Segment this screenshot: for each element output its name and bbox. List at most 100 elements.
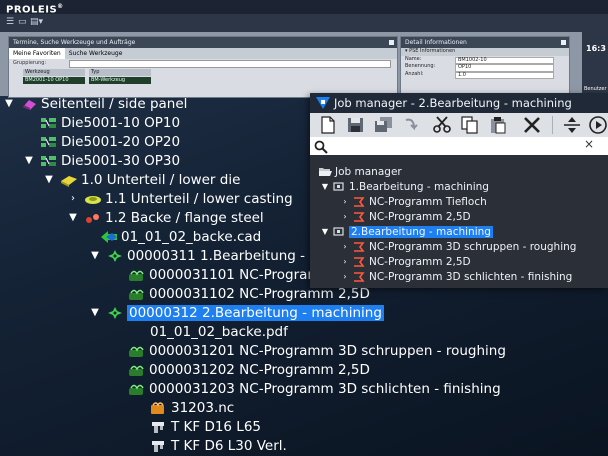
folder-open-icon	[318, 166, 332, 177]
detail-section[interactable]: ▾ PSE Informationen	[401, 48, 569, 56]
collapsed-chevron-icon[interactable]: ›	[340, 242, 350, 251]
results-grid: Werkzeug Typ BM2001-10 OP10 BM-Werkzeug	[9, 67, 397, 84]
detail-field-benennung: Benennung: OP10	[401, 63, 569, 72]
search-panel-tabs: Meine Favoriten Suche Werkzeuge	[9, 48, 397, 59]
job-manager-search: ×	[310, 137, 608, 156]
jm-nc-25d-1[interactable]: › NC-Programm 2,5D	[340, 209, 470, 224]
expand-chevron-icon[interactable]: ▼	[320, 182, 330, 191]
nc-operation-icon	[352, 256, 366, 267]
tree-item-die-op30[interactable]: ▼ Die5001-30 OP30	[22, 151, 180, 170]
nc-program-icon	[128, 382, 146, 396]
detail-panel-title: Detail Informationen	[401, 37, 569, 48]
die-operation-icon	[40, 154, 58, 168]
import-arrow-icon[interactable]	[402, 116, 422, 134]
assembly-icon	[20, 97, 38, 111]
tree-item-bearbeitung-2[interactable]: ▼ 00000312 2.Bearbeitung - machining	[88, 303, 384, 322]
steel-part-icon	[84, 211, 102, 225]
clock-text: 16:3	[586, 44, 606, 53]
panel-menu-icon[interactable]	[389, 40, 394, 45]
col-werkzeug[interactable]: Werkzeug	[23, 69, 85, 76]
nc-program-icon	[128, 268, 146, 282]
tree-item-nc-031202[interactable]: 0000031202 NC-Programm 2,5D	[128, 360, 370, 379]
collapsed-chevron-icon[interactable]: ›	[340, 212, 350, 221]
tree-item-lower-die[interactable]: ▼ 1.0 Unterteil / lower die	[42, 170, 240, 189]
search-panel-title: Termine, Suche Werkzeuge und Aufträge	[9, 37, 397, 48]
tree-item-nc-031101[interactable]: 0000031101 NC-Program	[128, 265, 321, 284]
search-input[interactable]	[332, 139, 582, 153]
die-operation-icon	[40, 135, 58, 149]
tree-item-tool-d6[interactable]: T KF D6 L30 Verl.	[150, 436, 287, 455]
collapsed-chevron-icon[interactable]: ›	[340, 197, 350, 206]
delete-icon[interactable]	[522, 116, 542, 134]
nc-operation-icon	[352, 241, 366, 252]
tree-item-backe-cad[interactable]: 01_01_02_backe.cad	[100, 227, 261, 246]
tree-item-flange-steel[interactable]: ▼ 1.2 Backe / flange steel	[66, 208, 264, 227]
job-manager-title: Job manager - 2.Bearbeitung - machining	[334, 96, 572, 110]
play-icon[interactable]	[588, 116, 608, 134]
search-panel: Termine, Suche Werkzeuge und Aufträge Me…	[8, 36, 398, 98]
tool-icon	[150, 439, 168, 453]
tree-item-bearbeitung-1[interactable]: ▼ 00000311 1.Bearbeitung -	[88, 246, 305, 265]
job-manager-titlebar[interactable]: Job manager - 2.Bearbeitung - machining	[310, 93, 608, 113]
document-icon[interactable]: ▤▾	[30, 17, 43, 27]
collapsed-chevron-icon[interactable]: ›	[66, 193, 80, 204]
save-all-icon[interactable]	[374, 116, 394, 134]
detail-panel: Detail Informationen ▾ PSE Informationen…	[400, 36, 570, 98]
tree-item-die-op20[interactable]: Die5001-20 OP20	[40, 132, 180, 151]
tab-favoriten[interactable]: Meine Favoriten	[9, 48, 65, 59]
window-icon[interactable]: ▭	[18, 17, 27, 27]
cut-icon[interactable]	[432, 116, 452, 134]
tree-item-side-panel[interactable]: ▼ Seitenteil / side panel	[2, 94, 187, 113]
tree-item-lower-casting[interactable]: › 1.1 Unterteil / lower casting	[66, 189, 293, 208]
move-up-down-icon[interactable]	[562, 116, 582, 134]
grid-cell-werkzeug[interactable]: BM2001-10 OP10	[23, 77, 85, 84]
nc-program-icon	[128, 363, 146, 377]
jm-nc-schlichten[interactable]: › NC-Programm 3D schlichten - finishing	[340, 269, 572, 284]
tree-item-nc-031201[interactable]: 0000031201 NC-Programm 3D schruppen - ro…	[128, 341, 506, 360]
app-header: PROLEIS®	[0, 0, 608, 15]
save-icon[interactable]	[346, 116, 366, 134]
detail-field-name: Name: BM1002-10	[401, 56, 569, 64]
job-setup-icon	[332, 226, 346, 237]
expand-chevron-icon[interactable]: ▼	[42, 174, 56, 185]
jm-bearbeitung-1[interactable]: ▼ 1.Bearbeitung - machining	[320, 179, 489, 194]
machining-job-icon	[106, 306, 124, 320]
grid-cell-typ[interactable]: BM-Werkzeug	[89, 77, 151, 84]
jm-nc-25d-2[interactable]: › NC-Programm 2,5D	[340, 254, 470, 269]
selected-label: 2.Bearbeitung - machining	[349, 225, 493, 238]
tree-item-die-op10[interactable]: Die5001-10 OP10	[40, 113, 180, 132]
expand-chevron-icon[interactable]: ▼	[66, 212, 80, 223]
expand-chevron-icon[interactable]: ▼	[2, 98, 16, 109]
collapsed-chevron-icon[interactable]: ›	[340, 272, 350, 281]
nc-file-icon	[150, 401, 168, 415]
user-label: Benutzer	[584, 86, 607, 92]
copy-icon[interactable]	[460, 116, 480, 134]
tree-item-backe-pdf[interactable]: 01_01_02_backe.pdf	[150, 322, 288, 341]
col-typ[interactable]: Typ	[89, 69, 151, 76]
expand-chevron-icon[interactable]: ▼	[320, 227, 330, 236]
app-toolbar: ☰ ▭ ▤▾	[0, 14, 608, 32]
jm-root[interactable]: Job manager	[318, 164, 402, 179]
clear-search-icon[interactable]: ×	[584, 137, 594, 151]
panel-menu-icon[interactable]	[561, 40, 566, 45]
paste-icon[interactable]	[488, 116, 508, 134]
grouping-row: Gruppierung:	[9, 59, 397, 68]
jm-nc-tiefloch[interactable]: › NC-Programm Tiefloch	[340, 194, 486, 209]
menu-icon[interactable]: ☰	[6, 17, 14, 27]
tree-item-31203-nc[interactable]: 31203.nc	[150, 398, 234, 417]
tab-suche-werkzeuge[interactable]: Suche Werkzeuge	[65, 48, 127, 59]
new-document-icon[interactable]	[318, 116, 338, 134]
part-icon	[60, 173, 78, 187]
jm-nc-schruppen[interactable]: › NC-Programm 3D schruppen - roughing	[340, 239, 576, 254]
nc-operation-icon	[352, 211, 366, 222]
die-operation-icon	[40, 116, 58, 130]
tree-item-tool-d16[interactable]: T KF D16 L65	[150, 417, 261, 436]
selected-label: 00000312 2.Bearbeitung - machining	[127, 304, 384, 321]
collapsed-chevron-icon[interactable]: ›	[340, 257, 350, 266]
expand-chevron-icon[interactable]: ▼	[88, 250, 102, 261]
expand-chevron-icon[interactable]: ▼	[88, 307, 102, 318]
tree-item-nc-031203[interactable]: 0000031203 NC-Programm 3D schlichten - f…	[128, 379, 501, 398]
job-setup-icon	[332, 181, 346, 192]
expand-chevron-icon[interactable]: ▼	[22, 155, 36, 166]
jm-bearbeitung-2[interactable]: ▼ 2.Bearbeitung - machining	[320, 224, 493, 239]
